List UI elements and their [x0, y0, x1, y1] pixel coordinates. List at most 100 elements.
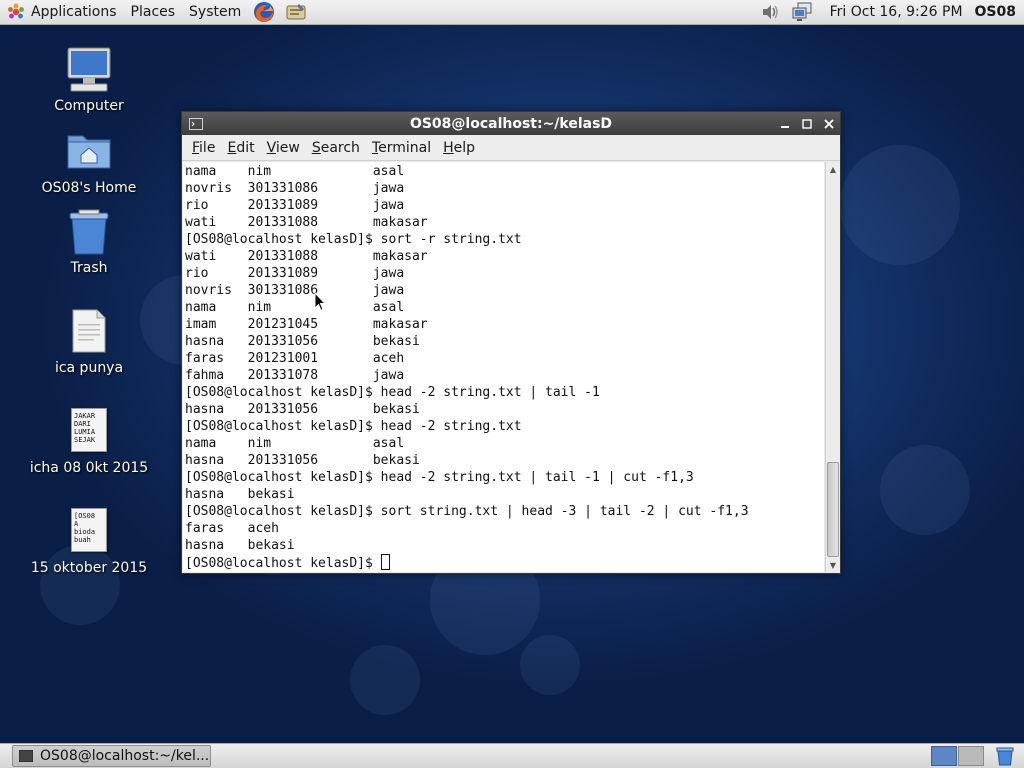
close-button[interactable] — [818, 112, 840, 135]
applications-menu-label: Applications — [31, 4, 117, 20]
mouse-pointer-icon — [314, 292, 326, 312]
menu-mnemonic: H — [443, 139, 454, 156]
user-menu[interactable]: OS08 — [975, 4, 1024, 20]
document-thumbnail: [OS08 A bioda buah — [71, 508, 107, 552]
terminal-line: nama nim asal — [185, 436, 405, 451]
terminal-scrollbar[interactable]: ▲ ▼ — [825, 162, 840, 572]
terminal-line: rio 201331089 jawa — [185, 198, 405, 213]
terminal-line: hasna 201331056 bekasi — [185, 453, 420, 468]
workspace-2[interactable] — [958, 746, 984, 766]
scroll-thumb[interactable] — [827, 462, 839, 557]
network-icon — [792, 2, 812, 21]
menu-mnemonic: E — [227, 139, 237, 156]
network-status[interactable] — [790, 1, 814, 23]
taskbar-window-button[interactable]: OS08@localhost:~/kel... — [12, 745, 211, 767]
terminal-menu-terminal[interactable]: Terminal — [366, 140, 437, 156]
trash-icon — [65, 208, 113, 256]
terminal-line: nama nim asal — [185, 300, 405, 315]
places-menu[interactable]: Places — [124, 0, 183, 25]
shell-prompt: [OS08@localhost kelasD]$ — [185, 556, 381, 571]
terminal-line: [OS08@localhost kelasD]$ head -2 string.… — [185, 385, 600, 400]
menu-mnemonic: V — [266, 139, 276, 156]
terminal-line: wati 201331088 makasar — [185, 215, 428, 230]
terminal-line: wati 201331088 makasar — [185, 249, 428, 264]
menu-label-rest: erminal — [378, 139, 432, 156]
computer-icon — [65, 46, 113, 94]
terminal-line: rio 201331089 jawa — [185, 266, 405, 281]
menu-label-rest: earch — [320, 139, 360, 156]
terminal-window[interactable]: OS08@localhost:~/kelasD File Edit View Sear… — [181, 111, 841, 574]
terminal-line: [OS08@localhost kelasD]$ head -2 string.… — [185, 470, 694, 485]
desktop-icon-icha-08-okt-2015[interactable]: JAKAR DARI LUMIA SEJAK icha 08 0kt 2015 — [24, 408, 154, 476]
close-icon — [824, 118, 834, 129]
text-file-icon — [65, 308, 113, 356]
desktop-icon-label: Computer — [54, 98, 124, 114]
menu-label-rest: dit — [236, 139, 255, 156]
terminal-output[interactable]: nama nim asal novris 301331086 jawa rio 20… — [183, 162, 824, 572]
menu-mnemonic: F — [192, 139, 200, 156]
terminal-line: [OS08@localhost kelasD]$ sort -r string.… — [185, 232, 522, 247]
terminal-line: fahma 201331078 jawa — [185, 368, 405, 383]
minimize-button[interactable] — [774, 112, 796, 135]
panel-clock[interactable]: Fri Oct 16, 9:26 PM — [818, 4, 975, 20]
terminal-line: hasna bekasi — [185, 487, 295, 502]
terminal-task-icon — [19, 750, 33, 762]
desktop-icon-ica-punya[interactable]: ica punya — [24, 308, 154, 376]
gnome-foot-icon — [7, 3, 25, 21]
scroll-up-arrow[interactable]: ▲ — [826, 162, 840, 176]
firefox-launcher[interactable] — [252, 1, 276, 23]
window-titlebar[interactable]: OS08@localhost:~/kelasD — [182, 112, 840, 135]
system-menu[interactable]: System — [182, 0, 248, 25]
desktop-icon-home[interactable]: OS08's Home — [24, 128, 154, 196]
terminal-line: [OS08@localhost kelasD]$ head -2 string.… — [185, 419, 522, 434]
desktop-icon-15-oktober-2015[interactable]: [OS08 A bioda buah 15 oktober 2015 — [24, 508, 154, 576]
desktop-icon-label: icha 08 0kt 2015 — [29, 460, 149, 476]
workspace-1[interactable] — [931, 746, 957, 766]
window-title: OS08@localhost:~/kelasD — [409, 115, 613, 132]
text-editor-launcher[interactable] — [284, 1, 308, 23]
terminal-line: nama nim asal — [185, 164, 405, 179]
terminal-menu-view[interactable]: View — [261, 140, 306, 156]
document-thumbnail: JAKAR DARI LUMIA SEJAK — [71, 408, 107, 452]
applications-menu[interactable]: Applications — [0, 0, 124, 25]
desktop-icon-label: OS08's Home — [41, 180, 137, 196]
terminal-menu-file[interactable]: File — [186, 140, 221, 156]
firefox-icon — [254, 2, 275, 22]
text-cursor — [380, 554, 390, 570]
maximize-icon — [802, 118, 812, 129]
desktop-icon-trash[interactable]: Trash — [24, 208, 154, 276]
text-file-icon: JAKAR DARI LUMIA SEJAK — [65, 408, 113, 456]
terminal-line: [OS08@localhost kelasD]$ sort string.txt… — [185, 504, 749, 519]
terminal-line: hasna 201331056 bekasi — [185, 402, 420, 417]
menu-label-rest: iew — [275, 139, 300, 156]
terminal-line: faras aceh — [185, 521, 279, 536]
home-folder-icon — [65, 128, 113, 176]
taskbar-window-label: OS08@localhost:~/kel... — [40, 748, 210, 764]
terminal-line: imam 201231045 makasar — [185, 317, 428, 332]
volume-icon — [762, 5, 778, 19]
terminal-line: novris 301331086 jawa — [185, 283, 405, 298]
terminal-menu-search[interactable]: Search — [306, 140, 366, 156]
text-editor-icon — [286, 4, 306, 20]
terminal-line: hasna 201331056 bekasi — [185, 334, 420, 349]
menu-label-rest: elp — [453, 139, 476, 156]
terminal-line: novris 301331086 jawa — [185, 181, 405, 196]
desktop-icon-label: 15 oktober 2015 — [30, 560, 148, 576]
scroll-down-arrow[interactable]: ▼ — [826, 558, 840, 572]
top-panel: Applications Places System Fri Oct 16, 9… — [0, 0, 1024, 25]
places-menu-label: Places — [130, 4, 176, 20]
desktop-icon-label: Trash — [70, 260, 108, 276]
trash-applet-icon[interactable] — [994, 746, 1016, 766]
terminal-line: faras 201231001 aceh — [185, 351, 405, 366]
system-menu-label: System — [189, 4, 242, 20]
terminal-prompt-line[interactable]: [OS08@localhost kelasD]$ — [185, 554, 824, 571]
workspace-switcher — [930, 746, 1018, 766]
desktop-icon-label: ica punya — [54, 360, 124, 376]
menu-label-rest: ile — [199, 139, 216, 156]
maximize-button[interactable] — [796, 112, 818, 135]
desktop-icon-computer[interactable]: Computer — [24, 46, 154, 114]
volume-control[interactable] — [758, 1, 782, 23]
menu-mnemonic: S — [311, 139, 321, 156]
terminal-menu-help[interactable]: Help — [437, 140, 481, 156]
terminal-menu-edit[interactable]: Edit — [221, 140, 260, 156]
